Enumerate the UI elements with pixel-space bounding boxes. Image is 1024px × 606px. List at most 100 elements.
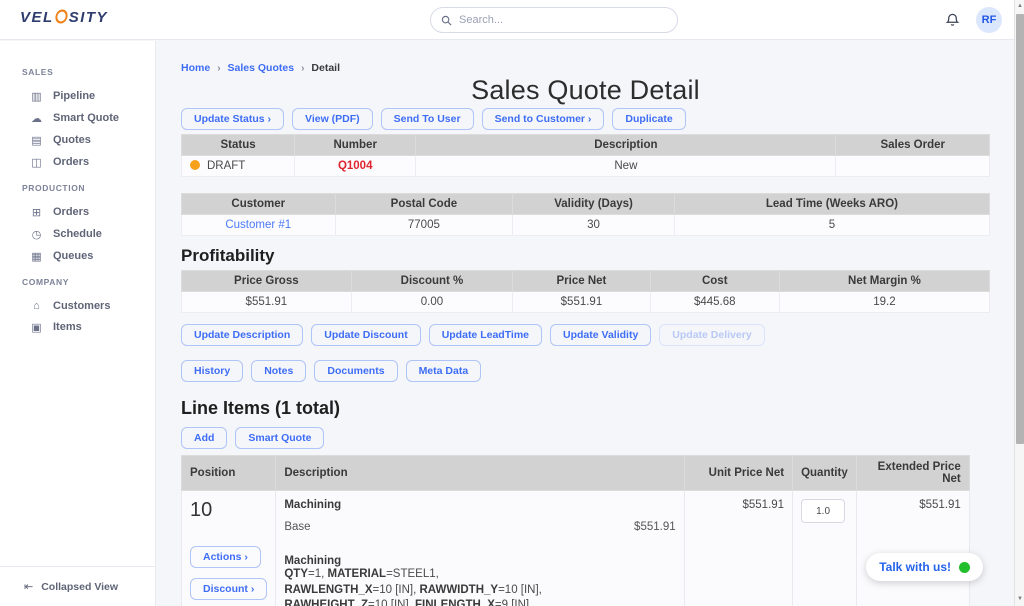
scrollbar-thumb[interactable] [1016,14,1024,444]
sidebar-item-queues[interactable]: ▦ Queues [30,245,155,267]
number-header: Number [295,135,416,156]
scroll-down-arrow-icon[interactable]: ▼ [1015,593,1024,606]
sidebar-item-schedule[interactable]: ◷ Schedule [30,223,155,245]
sidebar-item-smart-quote[interactable]: ☁ Smart Quote [30,107,155,129]
line-items-table: Position Description Unit Price Net Quan… [181,455,970,606]
sidebar-item-label: Orders [53,206,89,218]
customer-link[interactable]: Customer #1 [225,219,291,231]
notifications-bell-icon[interactable] [945,12,960,28]
chat-launcher[interactable]: Talk with us! [866,553,983,581]
update-leadtime-button[interactable]: Update LeadTime [429,324,542,346]
customer-header: Customer [182,194,336,215]
unit-price-value: $551.91 [684,491,792,606]
sales-order-header: Sales Order [836,135,990,156]
unit-price-header: Unit Price Net [684,456,792,491]
chat-label: Talk with us! [879,560,951,574]
machining-param-line: RAWLENGTH_X=10 [IN], RAWWIDTH_Y=10 [IN], [284,583,675,599]
sidebar-item-quotes[interactable]: ▤ Quotes [30,129,155,151]
sidebar-section-production: PRODUCTION ⊞ Orders ◷ Schedule ▦ Queues [22,183,155,267]
box-icon: ◫ [30,156,43,169]
duplicate-button[interactable]: Duplicate [612,108,685,130]
collapse-label: Collapsed View [41,581,118,593]
meta-data-button[interactable]: Meta Data [406,360,482,382]
smart-quote-button[interactable]: Smart Quote [235,427,324,449]
notes-button[interactable]: Notes [251,360,306,382]
machining-param-line: RAWHEIGHT_Z=10 [IN], FINLENGTH_X=9 [IN], [284,598,675,606]
update-discount-button[interactable]: Update Discount [311,324,420,346]
status-value: DRAFT [182,156,295,177]
sales-order-value [836,156,990,177]
status-table: Status Number Description Sales Order DR… [181,134,990,177]
update-status-button[interactable]: Update Status › [181,108,284,130]
info-buttons-row: History Notes Documents Meta Data [181,360,990,382]
calendar-icon: ▦ [30,250,43,263]
sidebar-section-company: COMPANY ⌂ Customers ▣ Items [22,277,155,338]
send-to-user-button[interactable]: Send To User [381,108,474,130]
line-item-row: 10 Actions › Discount › Machining Base $… [182,491,970,606]
velosity-logo[interactable]: VEL SITY [20,9,108,26]
validity-value: 30 [513,215,675,236]
breadcrumb-detail: Detail [311,62,340,74]
quantity-cell [793,491,857,606]
logo-text-suffix: SITY [69,9,108,26]
quantity-header: Quantity [793,456,857,491]
history-button[interactable]: History [181,360,243,382]
items-box-icon: ▣ [30,321,43,334]
bell-icon [945,12,960,28]
breadcrumb-separator: › [217,63,220,74]
collapse-sidebar-toggle[interactable]: ⇤ Collapsed View [0,566,155,606]
sidebar-section-sales: SALES ▥ Pipeline ☁ Smart Quote ▤ Quotes … [22,67,155,173]
topbar: VEL SITY RF [0,0,1024,40]
view-pdf-button[interactable]: View (PDF) [292,108,373,130]
vertical-scrollbar[interactable]: ▲ ▼ [1014,0,1024,606]
postal-code-header: Postal Code [335,194,513,215]
sidebar-item-customers[interactable]: ⌂ Customers [30,295,155,316]
base-price-row: Base $551.91 [284,521,675,533]
scroll-up-arrow-icon[interactable]: ▲ [1015,0,1024,13]
price-net-header: Price Net [513,271,650,292]
position-cell: 10 Actions › Discount › [182,491,276,606]
discount-pct-value: 0.00 [351,292,513,313]
quantity-input[interactable] [801,499,845,523]
logo-text-prefix: VEL [20,9,54,26]
net-margin-value: 19.2 [779,292,989,313]
document-icon: ▤ [30,134,43,147]
sidebar-item-production-orders[interactable]: ⊞ Orders [30,201,155,223]
clock-icon: ◷ [30,228,43,241]
global-search [430,7,678,33]
breadcrumb-separator: › [301,63,304,74]
breadcrumb-sales-quotes[interactable]: Sales Quotes [228,62,295,74]
lead-time-value: 5 [674,215,989,236]
update-delivery-button: Update Delivery [659,324,764,346]
line-item-discount-button[interactable]: Discount › [190,578,267,600]
customer-table: Customer Postal Code Validity (Days) Lea… [181,193,990,236]
sidebar-item-label: Customers [53,300,110,312]
sidebar-item-pipeline[interactable]: ▥ Pipeline [30,85,155,107]
profitability-table: Price Gross Discount % Price Net Cost Ne… [181,270,990,313]
sidebar-item-label: Smart Quote [53,112,119,124]
sidebar-item-items[interactable]: ▣ Items [30,316,155,338]
documents-button[interactable]: Documents [314,360,397,382]
pipeline-icon: ▥ [30,90,43,103]
page-title: Sales Quote Detail [181,76,990,104]
section-title-production: PRODUCTION [22,183,155,193]
quote-description: New [416,156,836,177]
search-input[interactable] [459,14,667,26]
sidebar-item-sales-orders[interactable]: ◫ Orders [30,151,155,173]
line-item-description-cell: Machining Base $551.91 Machining QTY=1, … [276,491,684,606]
status-row: DRAFT Q1004 New [182,156,990,177]
line-item-name: Machining [284,499,675,511]
postal-code-value: 77005 [335,215,513,236]
update-validity-button[interactable]: Update Validity [550,324,651,346]
section-title-company: COMPANY [22,277,155,287]
send-to-customer-button[interactable]: Send to Customer › [482,108,605,130]
user-avatar[interactable]: RF [976,7,1002,33]
breadcrumb-home[interactable]: Home [181,62,210,74]
line-item-actions-button[interactable]: Actions › [190,546,261,568]
status-header: Status [182,135,295,156]
line-items-heading: Line Items (1 total) [181,398,990,419]
li-description-header: Description [276,456,684,491]
price-gross-header: Price Gross [182,271,352,292]
update-description-button[interactable]: Update Description [181,324,303,346]
add-line-item-button[interactable]: Add [181,427,227,449]
